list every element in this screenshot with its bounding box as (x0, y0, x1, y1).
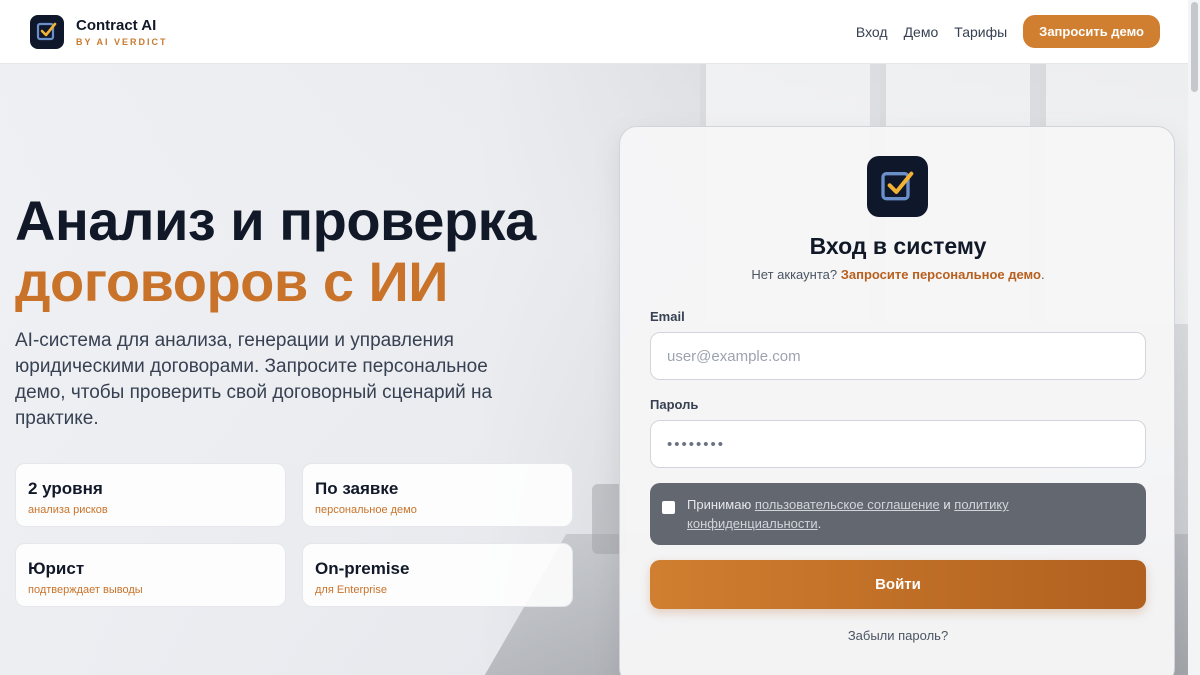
password-label: Пароль (650, 397, 699, 412)
nav-login-link[interactable]: Вход (856, 24, 888, 40)
brand-tagline: BY AI VERDICT (76, 36, 168, 47)
consent-checkbox[interactable] (662, 501, 675, 514)
stat-subtitle: персональное демо (315, 504, 417, 516)
site-header: Contract AI BY AI VERDICT Вход Демо Тари… (0, 0, 1188, 64)
email-field[interactable] (650, 332, 1146, 380)
request-demo-suffix: . (1040, 267, 1045, 282)
request-demo-link[interactable]: Запросите персональное демо (841, 267, 1041, 282)
nav-pricing-link[interactable]: Тарифы (954, 24, 1007, 40)
consent-prefix: Принимаю (687, 497, 752, 512)
scrollbar-thumb[interactable] (1191, 2, 1198, 92)
password-field[interactable] (650, 420, 1146, 468)
email-label: Email (650, 309, 685, 324)
logo-icon (30, 14, 64, 49)
stat-subtitle: анализа рисков (28, 504, 108, 516)
brand[interactable]: Contract AI BY AI VERDICT (30, 14, 168, 49)
stat-title: Юрист (28, 559, 85, 578)
check-box-icon (867, 156, 928, 217)
hero-title-accent: договоров с ИИ (15, 250, 449, 313)
page-scrollbar[interactable] (1188, 0, 1200, 675)
consent-and: и (943, 497, 951, 512)
stat-card: Юрист подтверждает выводы (15, 543, 286, 607)
stat-card: On-premise для Enterprise (302, 543, 573, 607)
hero-title: Анализ и проверка (15, 189, 536, 252)
consent-suffix: . (817, 516, 822, 531)
top-nav: Вход Демо Тарифы Запросить демо (856, 15, 1160, 48)
stat-title: 2 уровня (28, 479, 103, 498)
stat-title: По заявке (315, 479, 399, 498)
stat-subtitle: подтверждает выводы (28, 584, 143, 596)
user-agreement-link[interactable]: пользовательское соглашение (755, 497, 940, 512)
login-card: Вход в систему Нет аккаунта? Запросите п… (619, 126, 1175, 675)
consent-text: Принимаю пользовательское соглашение и п… (687, 495, 1130, 545)
no-account-text: Нет аккаунта? (751, 267, 838, 282)
stat-card: 2 уровня анализа рисков (15, 463, 286, 527)
hero-section: Анализ и проверка договоров с ИИ AI-сист… (15, 190, 575, 432)
stat-title: On-premise (315, 559, 410, 578)
login-submit-button[interactable]: Войти (650, 560, 1146, 609)
consent-block: Принимаю пользовательское соглашение и п… (650, 483, 1146, 545)
stat-card: По заявке персональное демо (302, 463, 573, 527)
request-demo-button[interactable]: Запросить демо (1023, 15, 1160, 48)
stat-subtitle: для Enterprise (315, 584, 387, 596)
login-subtitle: Нет аккаунта? Запросите персональное дем… (620, 267, 1176, 282)
hero-description: AI-система для анализа, генерации и упра… (15, 330, 493, 429)
feature-stats: 2 уровня анализа рисков По заявке персон… (15, 463, 575, 607)
brand-name: Contract AI (76, 16, 157, 34)
nav-demo-link[interactable]: Демо (904, 24, 939, 40)
forgot-password-link[interactable]: Забыли пароль? (620, 628, 1176, 643)
login-title: Вход в систему (809, 233, 987, 259)
